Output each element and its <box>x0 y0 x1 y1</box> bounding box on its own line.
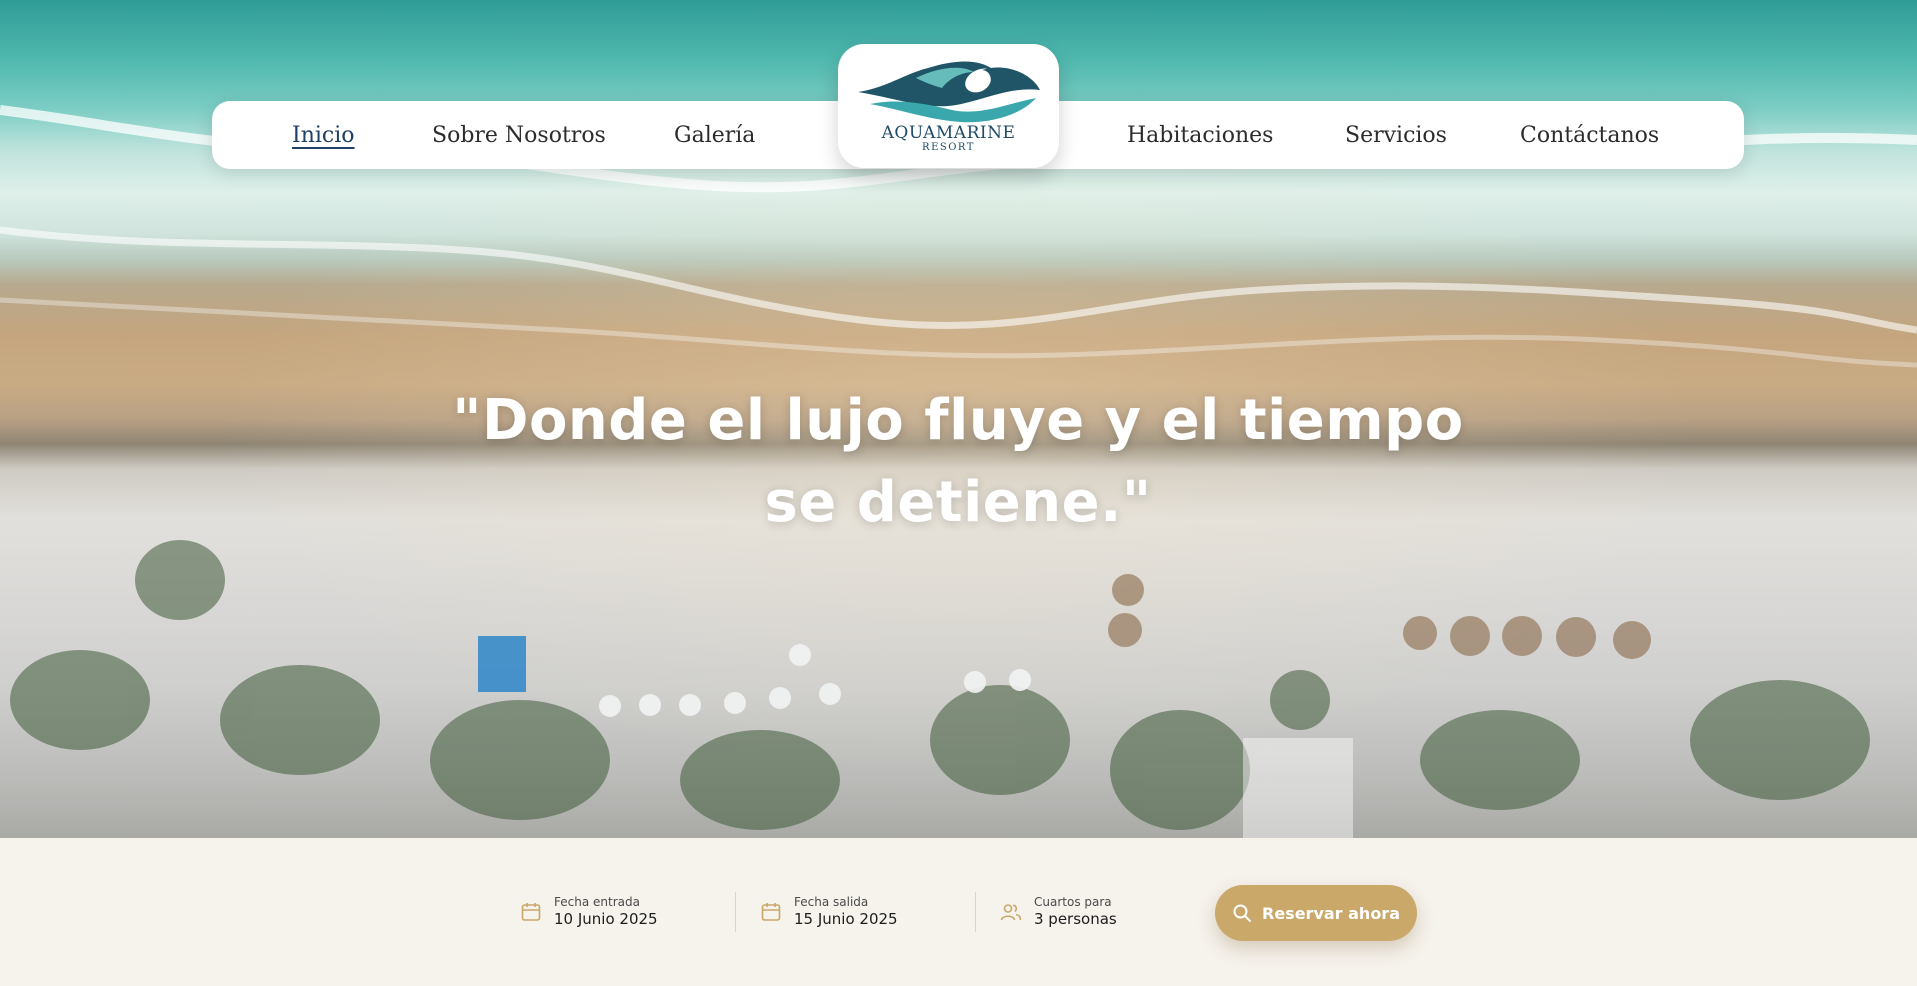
logo-subtitle: RESORT <box>922 142 975 153</box>
nav-link-servicios[interactable]: Servicios <box>1345 101 1447 169</box>
booking-bar: Fecha entrada 10 Junio 2025 Fecha salida… <box>0 838 1917 986</box>
users-icon <box>1000 901 1022 923</box>
booking-divider <box>735 892 736 932</box>
nav-link-sobre-nosotros[interactable]: Sobre Nosotros <box>432 101 606 169</box>
checkin-date-field[interactable]: Fecha entrada 10 Junio 2025 <box>520 892 658 932</box>
reserve-now-label: Reservar ahora <box>1262 903 1400 923</box>
nav-link-contactanos[interactable]: Contáctanos <box>1520 101 1659 169</box>
calendar-icon <box>520 901 542 923</box>
search-icon <box>1232 903 1252 923</box>
rooms-guests-field[interactable]: Cuartos para 3 personas <box>1000 892 1117 932</box>
reserve-now-button[interactable]: Reservar ahora <box>1215 885 1417 941</box>
nav-link-habitaciones[interactable]: Habitaciones <box>1127 101 1273 169</box>
checkout-date-field[interactable]: Fecha salida 15 Junio 2025 <box>760 892 898 932</box>
rooms-label: Cuartos para <box>1034 895 1112 909</box>
wave-icon <box>857 61 1040 123</box>
rooms-value: 3 personas <box>1034 910 1117 928</box>
checkin-label: Fecha entrada <box>554 895 640 909</box>
booking-divider <box>975 892 976 932</box>
hero-headline: "Donde el lujo fluye y el tiempo se deti… <box>358 380 1558 544</box>
hero-headline-line-1: "Donde el lujo fluye y el tiempo <box>452 388 1464 453</box>
calendar-icon <box>760 901 782 923</box>
checkout-value: 15 Junio 2025 <box>794 910 898 928</box>
checkout-label: Fecha salida <box>794 895 869 909</box>
hero-headline-line-2: se detiene." <box>764 470 1152 535</box>
checkin-value: 10 Junio 2025 <box>554 910 658 928</box>
resort-logo[interactable]: AQUAMARINE RESORT <box>838 44 1059 168</box>
logo-wordmark: AQUAMARINE <box>881 123 1016 143</box>
nav-link-galeria[interactable]: Galería <box>674 101 755 169</box>
nav-link-inicio[interactable]: Inicio <box>292 101 355 169</box>
